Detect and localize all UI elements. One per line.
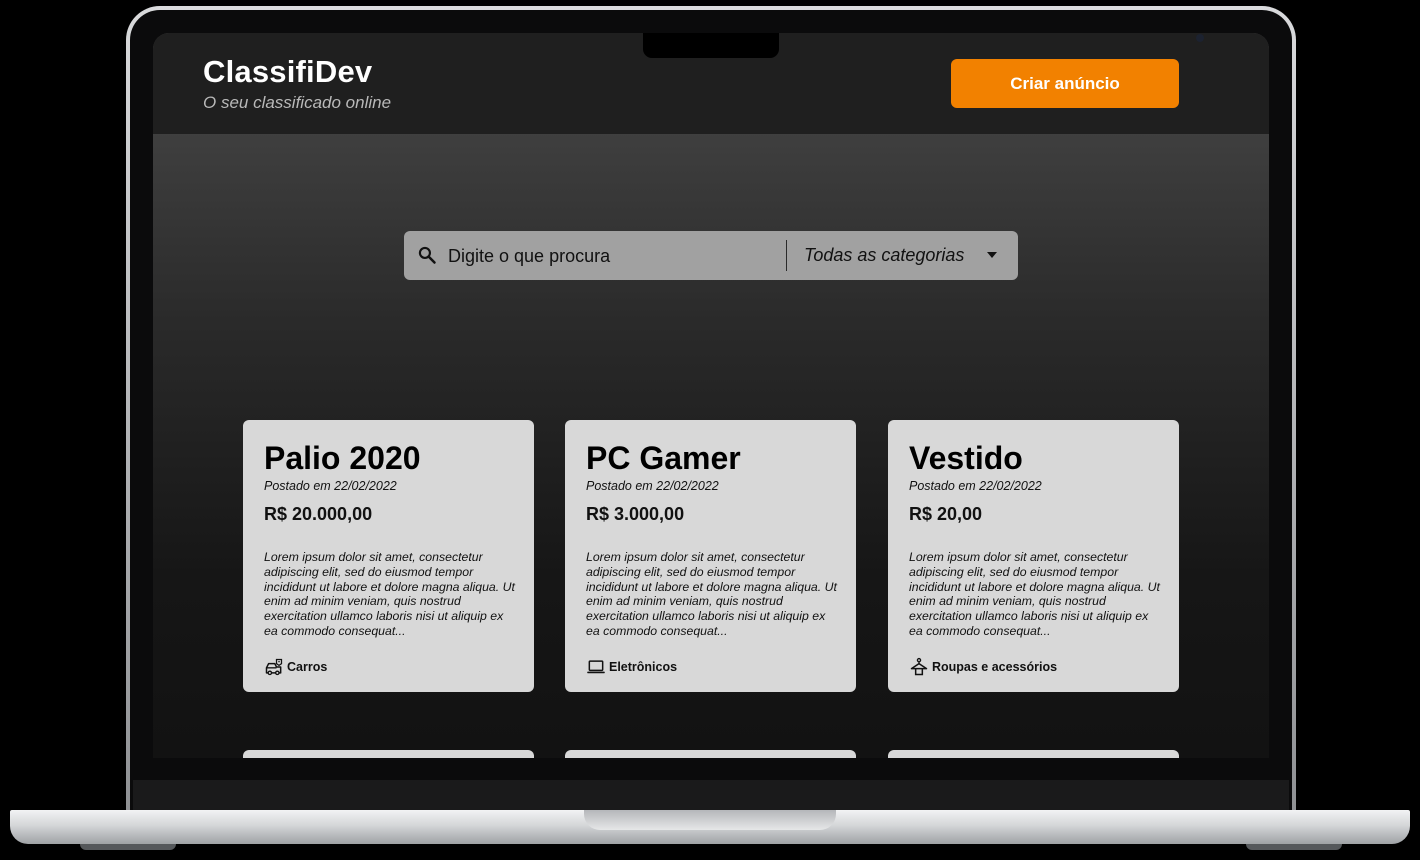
search-bar: Todas as categorias (404, 231, 1018, 280)
brand-subtitle: O seu classificado online (203, 93, 392, 112)
listing-category: Carros (264, 657, 327, 677)
search-input[interactable] (446, 239, 780, 274)
listing-category-label: Carros (287, 660, 328, 674)
listing-card[interactable]: Palio 2020 Postado em 22/02/2022 R$ 20.0… (243, 420, 534, 692)
search-icon[interactable] (417, 245, 437, 265)
listing-card[interactable]: PC Gamer Postado em 22/02/2022 R$ 3.000,… (565, 420, 856, 692)
hanger-icon (910, 657, 928, 676)
listing-price: R$ 20.000,00 (264, 504, 373, 524)
listing-price: R$ 20,00 (909, 504, 983, 524)
create-listing-button[interactable]: Criar anúncio (951, 59, 1179, 108)
listing-card-partial[interactable] (888, 750, 1179, 758)
listing-description: Lorem ipsum dolor sit amet, consectetur … (264, 550, 515, 638)
laptop-foot (1246, 844, 1342, 850)
listing-title: Palio 2020 (264, 440, 421, 476)
listing-category-label: Eletrônicos (609, 660, 678, 674)
laptop-icon (587, 660, 605, 674)
listing-date: Postado em 22/02/2022 (264, 479, 397, 493)
listing-card-partial[interactable] (565, 750, 856, 758)
category-select-value: Todas as categorias (804, 245, 965, 265)
listing-card[interactable]: Vestido Postado em 22/02/2022 R$ 20,00 L… (888, 420, 1179, 692)
listing-description: Lorem ipsum dolor sit amet, consectetur … (586, 550, 837, 638)
laptop-base-notch (584, 810, 836, 830)
caret-down-icon (987, 252, 997, 258)
listing-price: R$ 3.000,00 (586, 504, 685, 524)
listing-date: Postado em 22/02/2022 (909, 479, 1042, 493)
brand-title[interactable]: ClassifiDev (203, 54, 372, 90)
laptop-hinge (133, 780, 1289, 812)
listing-card-partial[interactable] (243, 750, 534, 758)
search-divider (786, 240, 787, 271)
camera-icon (1196, 34, 1204, 42)
car-icon (265, 658, 283, 676)
listing-category-label: Roupas e acessórios (932, 660, 1058, 674)
laptop-screen: ClassifiDev O seu classificado online Cr… (153, 33, 1269, 758)
listing-category: Roupas e acessórios (909, 657, 1057, 677)
listing-category: Eletrônicos (586, 657, 677, 677)
category-select[interactable]: Todas as categorias (804, 239, 1004, 272)
listing-date: Postado em 22/02/2022 (586, 479, 719, 493)
listing-title: PC Gamer (586, 440, 741, 476)
laptop-foot (80, 844, 176, 850)
camera-notch (643, 33, 1204, 58)
listing-description: Lorem ipsum dolor sit amet, consectetur … (909, 550, 1160, 638)
listing-title: Vestido (909, 440, 1023, 476)
